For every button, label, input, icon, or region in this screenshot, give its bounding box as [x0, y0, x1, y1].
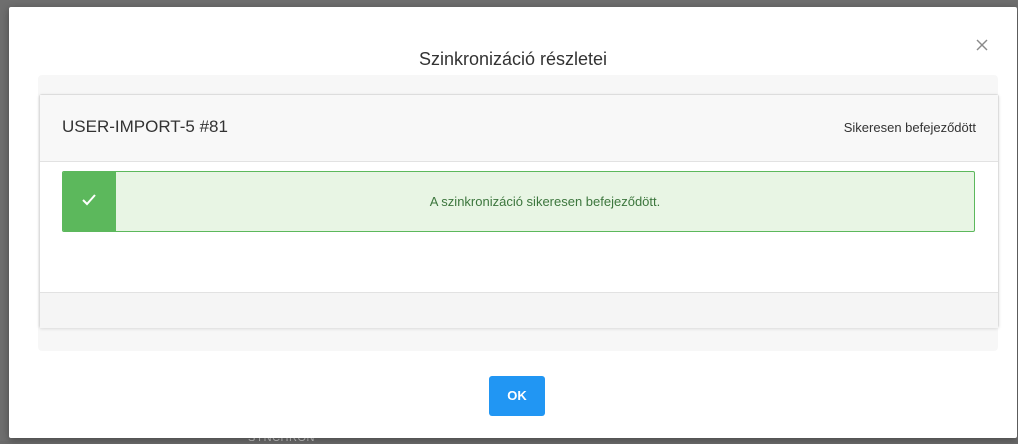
sync-job-content: A szinkronizáció sikeresen befejeződött. [40, 162, 998, 292]
alert-icon-box [63, 172, 116, 231]
dialog-title: Szinkronizáció részletei [418, 49, 608, 69]
sync-job-card: USER-IMPORT-5 #81 Sikeresen befejeződött… [39, 94, 999, 328]
job-status: Sikeresen befejeződött [843, 120, 976, 135]
alert-message: A szinkronizáció sikeresen befejeződött. [429, 194, 661, 209]
checkmark-icon [82, 194, 96, 206]
success-alert: A szinkronizáció sikeresen befejeződött. [62, 171, 975, 232]
sync-details-dialog: Szinkronizáció részletei USER-IMPORT-5 #… [9, 7, 1017, 438]
close-button[interactable] [972, 35, 992, 55]
ok-button[interactable]: OK [489, 376, 545, 416]
close-icon [976, 39, 988, 51]
job-name: USER-IMPORT-5 #81 [62, 117, 228, 136]
sync-job-footer [40, 292, 998, 328]
sync-job-header: USER-IMPORT-5 #81 Sikeresen befejeződött [40, 95, 998, 162]
